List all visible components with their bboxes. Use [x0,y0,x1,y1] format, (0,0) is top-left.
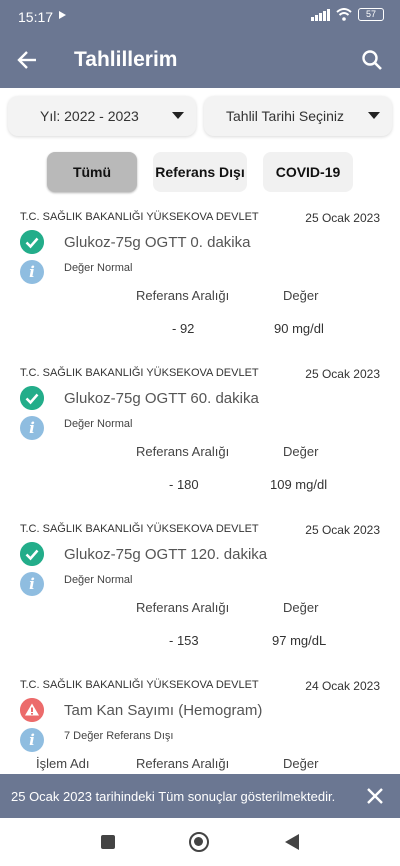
caret-down-icon [172,112,184,119]
value-header: Değer [283,444,319,459]
institution-name: T.C. SAĞLIK BAKANLIĞI YÜKSEKOVA DEVLET [20,523,259,535]
year-dropdown-value: Yıl: 2022 - 2023 [40,108,139,124]
result-status-text: Değer Normal [64,418,133,430]
status-time: 15:17 [18,9,54,25]
info-icon[interactable]: i [20,260,44,284]
reference-range-header: Referans Aralığı [136,288,230,303]
caret-down-icon [368,112,380,119]
snackbar-message: 25 Ocak 2023 tarihindeki Tüm sonuçlar gö… [11,789,336,804]
check-circle-icon [20,386,44,410]
arrow-left-icon[interactable] [14,46,42,74]
signal-icon [311,8,330,21]
institution-name: T.C. SAĞLIK BAKANLIĞI YÜKSEKOVA DEVLET [20,679,259,691]
result-card[interactable]: T.C. SAĞLIK BAKANLIĞI YÜKSEKOVA DEVLET 2… [0,356,400,512]
info-icon[interactable]: i [20,572,44,596]
snackbar: 25 Ocak 2023 tarihindeki Tüm sonuçlar gö… [0,774,400,818]
year-dropdown[interactable]: Yıl: 2022 - 2023 [8,96,196,136]
result-value: 97 mg/dL [272,633,327,648]
result-card[interactable]: T.C. SAĞLIK BAKANLIĞI YÜKSEKOVA DEVLET 2… [0,512,400,668]
test-name: Glukoz-75g OGTT 0. dakika [64,234,251,251]
value-header: Değer [283,756,319,771]
result-date: 25 Ocak 2023 [305,211,380,225]
page-title: Tahlillerim [74,48,178,71]
reference-range-value: - 180 [169,477,199,492]
result-status-text: 7 Değer Referans Dışı [64,730,174,742]
test-name-header: İşlem Adı [36,756,90,771]
value-header: Değer [283,288,319,303]
result-value: 109 mg/dl [270,477,328,492]
reference-range-header: Referans Aralığı [136,444,230,459]
battery-icon: 57 [358,8,384,21]
test-name: Tam Kan Sayımı (Hemogram) [64,702,263,719]
test-name: Glukoz-75g OGTT 60. dakika [64,390,259,407]
warning-icon [20,698,44,722]
close-icon[interactable] [364,785,386,807]
status-indicators: 57 [311,8,384,21]
institution-name: T.C. SAĞLIK BAKANLIĞI YÜKSEKOVA DEVLET [20,367,259,379]
result-card[interactable]: T.C. SAĞLIK BAKANLIĞI YÜKSEKOVA DEVLET 2… [0,200,400,356]
chip-out-of-reference[interactable]: Referans Dışı [153,152,247,192]
wifi-icon [336,8,352,21]
info-icon[interactable]: i [20,416,44,440]
result-date: 24 Ocak 2023 [305,679,380,693]
recent-apps-icon[interactable] [101,835,115,849]
value-header: Değer [283,600,319,615]
result-value: 90 mg/dl [274,321,324,336]
chip-covid-19[interactable]: COVID-19 [263,152,353,192]
reference-range-value: - 153 [169,633,199,648]
home-icon[interactable] [189,832,209,852]
test-name: Glukoz-75g OGTT 120. dakika [64,546,268,563]
reference-range-value: - 92 [172,321,195,336]
search-icon[interactable] [358,46,386,74]
app-bar: Tahlillerim [0,32,400,88]
reference-range-header: Referans Aralığı [136,600,230,615]
date-dropdown[interactable]: Tahlil Tarihi Seçiniz [204,96,392,136]
play-notification-icon [59,11,66,19]
chip-all[interactable]: Tümü [47,152,137,192]
result-status-text: Değer Normal [64,574,133,586]
reference-range-header: Referans Aralığı [136,756,230,771]
check-circle-icon [20,542,44,566]
result-list[interactable]: T.C. SAĞLIK BAKANLIĞI YÜKSEKOVA DEVLET 2… [0,200,400,774]
check-circle-icon [20,230,44,254]
info-icon[interactable]: i [20,728,44,752]
institution-name: T.C. SAĞLIK BAKANLIĞI YÜKSEKOVA DEVLET [20,211,259,223]
date-dropdown-value: Tahlil Tarihi Seçiniz [226,108,345,124]
status-bar: 15:17 57 [0,0,400,32]
system-nav-bar [0,818,400,866]
back-triangle-icon[interactable] [285,834,299,850]
result-card[interactable]: T.C. SAĞLIK BAKANLIĞI YÜKSEKOVA DEVLET 2… [0,668,400,774]
result-date: 25 Ocak 2023 [305,367,380,381]
result-status-text: Değer Normal [64,262,133,274]
result-date: 25 Ocak 2023 [305,523,380,537]
